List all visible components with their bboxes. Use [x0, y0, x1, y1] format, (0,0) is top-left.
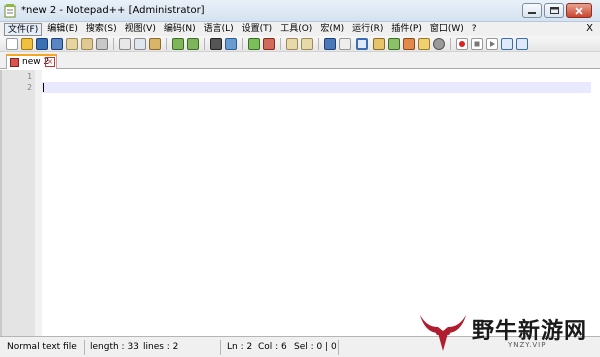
zoom-out-icon[interactable] [263, 38, 275, 50]
print-icon[interactable] [96, 38, 108, 50]
status-divider [338, 340, 339, 355]
title-bar: *new 2 - Notepad++ [Administrator] [0, 0, 600, 22]
close-document-button[interactable]: X [586, 22, 593, 35]
length-status: length : 33 [90, 342, 139, 352]
play-macro-icon[interactable] [486, 38, 498, 50]
site-watermark: 野牛新游网 YNZY.VIP [410, 307, 600, 357]
toolbar-separator [280, 38, 281, 50]
menu-file[interactable]: 文件(F) [4, 22, 43, 36]
cut-icon[interactable] [119, 38, 131, 50]
record-dot-icon [459, 41, 465, 47]
menu-help[interactable]: ? [469, 23, 480, 36]
indent-guide-icon[interactable] [356, 38, 368, 50]
close-button[interactable] [566, 3, 592, 18]
redo-icon[interactable] [187, 38, 199, 50]
toolbar-separator [204, 38, 205, 50]
menu-edit[interactable]: 编辑(E) [44, 23, 81, 36]
watermark-url: YNZY.VIP [508, 341, 547, 349]
toolbar-separator [113, 38, 114, 50]
toolbar-separator [318, 38, 319, 50]
menu-bar: 文件(F) 编辑(E) 搜索(S) 视图(V) 编码(N) 语言(L) 设置(T… [0, 22, 600, 36]
sync-vertical-icon[interactable] [286, 38, 298, 50]
menu-macro[interactable]: 宏(M) [317, 23, 347, 36]
close-all-icon[interactable] [81, 38, 93, 50]
close-file-icon[interactable] [66, 38, 78, 50]
column-position-status: Col : 6 [258, 342, 287, 352]
doc-map-icon[interactable] [388, 38, 400, 50]
toolbar [0, 36, 600, 52]
lines-status: lines : 2 [143, 342, 179, 352]
line-position-status: Ln : 2 [227, 342, 253, 352]
folder-workspace-icon[interactable] [418, 38, 430, 50]
line-number: 1 [27, 72, 32, 81]
run-macro-multiple-icon[interactable] [501, 38, 513, 50]
maximize-icon [549, 7, 559, 14]
fold-margin[interactable] [35, 70, 42, 336]
save-all-icon[interactable] [51, 38, 63, 50]
stop-square-icon [474, 41, 480, 47]
menu-encoding[interactable]: 编码(N) [161, 23, 199, 36]
vertical-scrollbar[interactable] [591, 70, 598, 336]
play-triangle-icon [490, 41, 495, 47]
udl-icon[interactable] [373, 38, 385, 50]
menu-run[interactable]: 运行(R) [349, 23, 386, 36]
menu-view[interactable]: 视图(V) [122, 23, 159, 36]
window-title: *new 2 - Notepad++ [Administrator] [21, 5, 205, 16]
file-type-status: Normal text file [7, 342, 77, 352]
undo-icon[interactable] [172, 38, 184, 50]
new-file-icon[interactable] [6, 38, 18, 50]
editor-area[interactable]: 1 2 [0, 70, 600, 336]
open-file-icon[interactable] [21, 38, 33, 50]
menu-language[interactable]: 语言(L) [201, 23, 237, 36]
save-icon[interactable] [36, 38, 48, 50]
menu-tools[interactable]: 工具(O) [277, 23, 315, 36]
toolbar-separator [450, 38, 451, 50]
status-divider [84, 340, 85, 355]
record-macro-icon[interactable] [456, 38, 468, 50]
menu-search[interactable]: 搜索(S) [83, 23, 120, 36]
menu-settings[interactable]: 设置(T) [239, 23, 276, 36]
unsaved-file-icon [10, 58, 19, 67]
line-number: 2 [27, 83, 32, 92]
word-wrap-icon[interactable] [324, 38, 336, 50]
toolbar-separator [242, 38, 243, 50]
status-divider [220, 340, 221, 355]
bull-logo-icon [420, 315, 466, 351]
text-caret [43, 83, 44, 92]
toolbar-separator [166, 38, 167, 50]
find-icon[interactable] [210, 38, 222, 50]
menu-plugins[interactable]: 插件(P) [388, 23, 424, 36]
stop-macro-icon[interactable] [471, 38, 483, 50]
show-all-chars-icon[interactable] [339, 38, 351, 50]
menu-window[interactable]: 窗口(W) [427, 23, 467, 36]
replace-icon[interactable] [225, 38, 237, 50]
copy-icon[interactable] [134, 38, 146, 50]
function-list-icon[interactable] [403, 38, 415, 50]
tab-close-icon[interactable]: × [45, 57, 55, 67]
save-macro-icon[interactable] [516, 38, 528, 50]
monitoring-icon[interactable] [433, 38, 445, 50]
maximize-button[interactable] [544, 3, 564, 18]
tab-bar: new 2 × [0, 52, 600, 69]
selection-status: Sel : 0 | 0 [294, 342, 337, 352]
current-line-highlight [42, 82, 593, 93]
sync-horizontal-icon[interactable] [301, 38, 313, 50]
minimize-button[interactable] [522, 3, 542, 18]
close-icon [575, 6, 583, 15]
zoom-in-icon[interactable] [248, 38, 260, 50]
paste-icon[interactable] [149, 38, 161, 50]
notepadpp-app-icon[interactable] [4, 4, 17, 18]
tab-new-2[interactable]: new 2 × [6, 54, 57, 69]
minimize-icon [528, 11, 536, 14]
